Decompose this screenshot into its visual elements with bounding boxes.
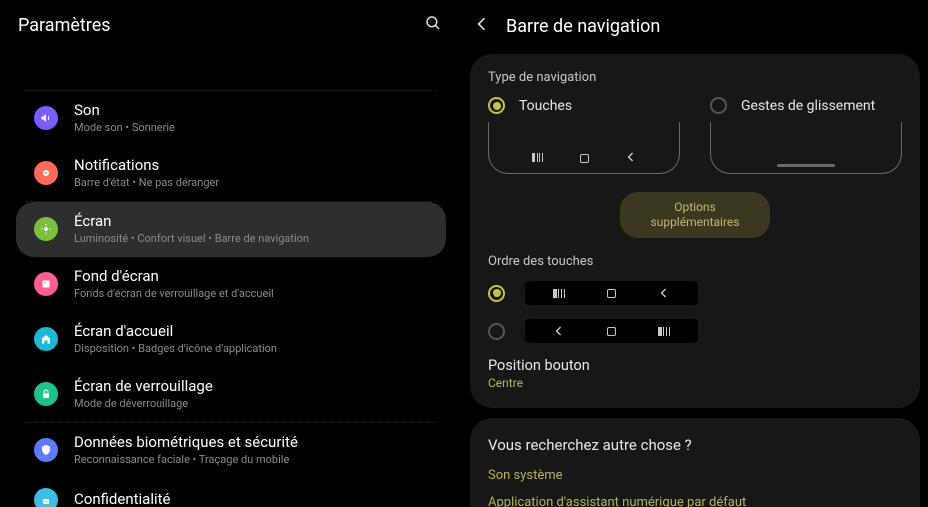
radio-gestures-label: Gestes de glissement [741, 98, 875, 114]
settings-item-privacy[interactable]: Confidentialité [26, 478, 436, 507]
position-value: Centre [488, 376, 902, 390]
nav-settings-card: Type de navigation Touches [470, 54, 920, 408]
notifications-icon [34, 161, 58, 185]
privacy-icon [34, 488, 58, 507]
settings-item-notifications[interactable]: Notifications Barre d'état • Ne pas déra… [26, 146, 436, 201]
radio-buttons[interactable] [488, 97, 505, 114]
more-options-button[interactable]: Options supplémentaires [620, 192, 770, 238]
recents-icon [532, 151, 544, 163]
settings-item-sub: Disposition • Badges d'icône d'applicati… [74, 342, 436, 355]
settings-item-sub: Fonds d'écran de verrouillage et d'accue… [74, 287, 436, 300]
sound-icon [34, 106, 58, 130]
nav-type-label: Type de navigation [488, 70, 902, 85]
settings-item-text: Écran Luminosité • Confort visuel • Barr… [74, 212, 436, 245]
wallpaper-icon [34, 272, 58, 296]
settings-item-text: Confidentialité [74, 490, 436, 507]
button-order-label: Ordre des touches [488, 254, 902, 269]
home-nav-icon [607, 327, 616, 336]
order-preview-2 [525, 319, 698, 343]
settings-item-title: Notifications [74, 156, 436, 174]
position-title: Position bouton [488, 357, 902, 374]
search-other-title: Vous recherchez autre chose ? [488, 436, 902, 454]
back-icon[interactable] [472, 14, 492, 38]
recents-icon [553, 287, 565, 299]
radio-order-2[interactable] [488, 323, 505, 340]
settings-item-title: Écran de verrouillage [74, 377, 436, 395]
settings-item-title: Écran [74, 212, 436, 230]
settings-header: Paramètres [0, 0, 462, 46]
settings-item-security[interactable]: Données biométriques et sécurité Reconna… [26, 423, 436, 478]
settings-item-title: Confidentialité [74, 490, 436, 507]
settings-item-text: Notifications Barre d'état • Ne pas déra… [74, 156, 436, 189]
settings-item-text: Écran d'accueil Disposition • Badges d'i… [74, 322, 436, 355]
back-nav-icon [553, 325, 565, 337]
recents-icon [658, 325, 670, 337]
settings-item-sound[interactable]: Son Mode son • Sonnerie [26, 91, 436, 146]
settings-item-sub: Reconnaissance faciale • Traçage du mobi… [74, 453, 436, 466]
search-icon[interactable] [424, 14, 442, 36]
preview-buttons [488, 122, 680, 174]
settings-item-text: Son Mode son • Sonnerie [74, 101, 436, 134]
settings-item-title: Données biométriques et sécurité [74, 433, 436, 451]
order-option-2[interactable] [488, 319, 902, 343]
order-preview-1 [525, 281, 698, 305]
nav-type-options: Touches Gestes de glissement [488, 97, 902, 174]
order-option-1[interactable] [488, 281, 902, 305]
settings-master-panel: Paramètres Son Mode son • Sonnerie Notif… [0, 0, 462, 507]
link-default-assistant[interactable]: Application d'assistant numérique par dé… [488, 495, 902, 507]
lock-icon [34, 382, 58, 406]
settings-item-lock-screen[interactable]: Écran de verrouillage Mode de déverrouil… [26, 367, 436, 422]
home-nav-icon [607, 289, 616, 298]
settings-item-text: Données biométriques et sécurité Reconna… [74, 433, 436, 466]
settings-item-text: Fond d'écran Fonds d'écran de verrouilla… [74, 267, 436, 300]
detail-header: Barre de navigation [462, 0, 928, 48]
back-nav-icon [625, 151, 637, 163]
detail-title: Barre de navigation [506, 16, 660, 37]
settings-item-title: Fond d'écran [74, 267, 436, 285]
settings-item-sub: Luminosité • Confort visuel • Barre de n… [74, 232, 436, 245]
radio-order-1[interactable] [488, 285, 505, 302]
display-icon [34, 217, 58, 241]
link-system-sound[interactable]: Son système [488, 468, 902, 483]
settings-title: Paramètres [18, 15, 111, 36]
detail-panel: Barre de navigation Type de navigation T… [462, 0, 928, 507]
nav-type-gestures[interactable]: Gestes de glissement [710, 97, 902, 174]
settings-item-text: Écran de verrouillage Mode de déverrouil… [74, 377, 436, 410]
home-icon [34, 327, 58, 351]
button-position-row[interactable]: Position bouton Centre [488, 357, 902, 390]
preview-gestures [710, 122, 902, 174]
settings-item-home-screen[interactable]: Écran d'accueil Disposition • Badges d'i… [26, 312, 436, 367]
settings-item-title: Écran d'accueil [74, 322, 436, 340]
settings-item-sub: Mode de déverrouillage [74, 397, 436, 410]
gesture-bar-icon [777, 164, 835, 167]
settings-item-title: Son [74, 101, 436, 119]
shield-icon [34, 438, 58, 462]
home-nav-icon [580, 154, 589, 163]
search-other-card: Vous recherchez autre chose ? Son systèm… [470, 418, 920, 507]
nav-type-buttons[interactable]: Touches [488, 97, 680, 174]
settings-item-sub: Mode son • Sonnerie [74, 121, 436, 134]
radio-buttons-label: Touches [519, 98, 572, 114]
settings-item-wallpaper[interactable]: Fond d'écran Fonds d'écran de verrouilla… [26, 257, 436, 312]
settings-item-display[interactable]: Écran Luminosité • Confort visuel • Barr… [16, 202, 446, 257]
back-nav-icon [658, 287, 670, 299]
radio-gestures[interactable] [710, 97, 727, 114]
settings-item-sub: Barre d'état • Ne pas déranger [74, 176, 436, 189]
settings-list: Son Mode son • Sonnerie Notifications Ba… [0, 90, 462, 507]
